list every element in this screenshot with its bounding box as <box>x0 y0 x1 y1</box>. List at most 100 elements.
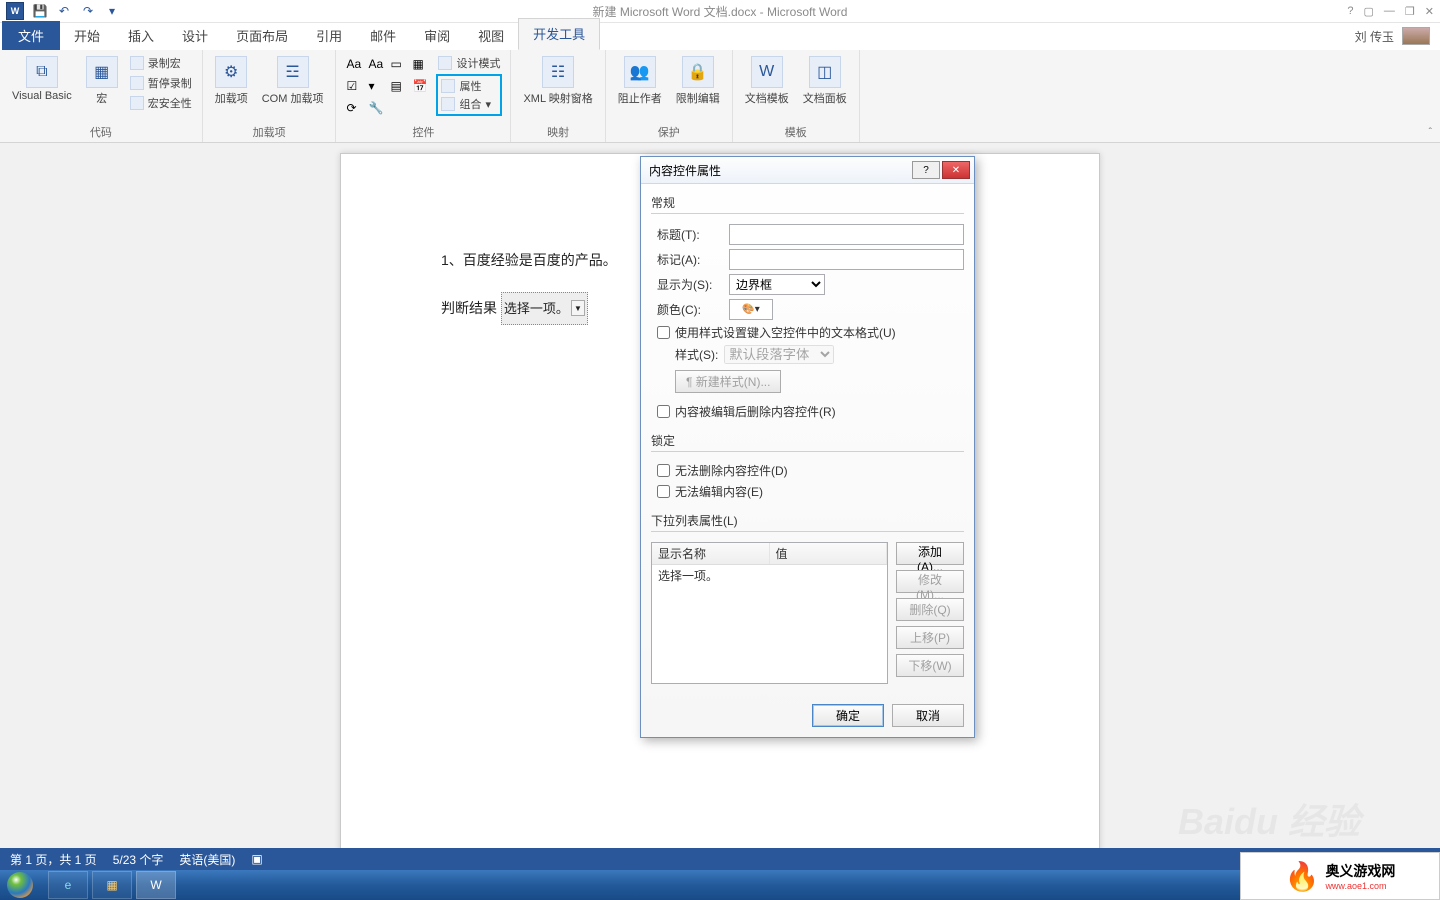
tab-developer[interactable]: 开发工具 <box>518 18 600 50</box>
close-icon[interactable]: ✕ <box>1425 5 1434 18</box>
document-title: 新建 Microsoft Word 文档.docx - Microsoft Wo… <box>593 3 848 20</box>
language-indicator[interactable]: 英语(美国) <box>179 851 235 868</box>
color-label: 颜色(C): <box>657 301 723 318</box>
taskbar: e ▦ W <box>0 870 1440 900</box>
tag-input[interactable] <box>729 249 964 270</box>
style-label: 样式(S): <box>675 346 718 363</box>
title-field-label: 标题(T): <box>657 226 723 243</box>
design-mode-button[interactable]: 设计模式 <box>436 54 502 72</box>
tab-file[interactable]: 文件 <box>2 21 60 50</box>
account-area[interactable]: 刘 传玉 <box>1355 27 1430 45</box>
restore-icon[interactable]: ❐ <box>1405 5 1415 18</box>
tab-design[interactable]: 设计 <box>168 21 222 50</box>
visual-basic-button[interactable]: ⧉Visual Basic <box>8 54 76 104</box>
flame-icon: 🔥 <box>1285 860 1320 893</box>
ok-button[interactable]: 确定 <box>812 704 884 727</box>
dropdown-control-icon[interactable]: ▤ <box>388 76 408 96</box>
cancel-button[interactable]: 取消 <box>892 704 964 727</box>
combobox-control-icon[interactable]: ▾ <box>366 76 386 96</box>
chevron-down-icon[interactable]: ▼ <box>571 300 585 316</box>
site-name: 奥义游戏网 <box>1325 861 1395 881</box>
tab-review[interactable]: 审阅 <box>410 21 464 50</box>
style-select: 默认段落字体 <box>724 345 834 364</box>
xml-mapping-button[interactable]: ☷XML 映射窗格 <box>519 54 596 108</box>
group-protect-label: 保护 <box>614 122 724 142</box>
movedown-button: 下移(W) <box>896 654 964 677</box>
dropdown-list-table[interactable]: 显示名称 值 选择一项。 <box>651 542 888 684</box>
section-dropdown: 下拉列表属性(L) <box>651 510 964 532</box>
col-value: 值 <box>770 543 888 564</box>
explorer-taskbar-icon[interactable]: ▦ <box>92 871 132 899</box>
add-button[interactable]: 添加(A)... <box>896 542 964 565</box>
dropdown-content-control[interactable]: 选择一项。 ▼ <box>501 292 588 325</box>
checkbox-control-icon[interactable]: ☑ <box>344 76 364 96</box>
save-icon[interactable]: 💾 <box>32 3 48 19</box>
color-picker-button[interactable]: 🎨▾ <box>729 299 773 320</box>
windows-orb-icon <box>7 872 33 898</box>
ribbon-tabs: 文件 开始 插入 设计 页面布局 引用 邮件 审阅 视图 开发工具 刘 传玉 <box>0 23 1440 50</box>
repeating-control-icon[interactable]: ⟳ <box>344 98 364 118</box>
datepicker-control-icon[interactable]: 📅 <box>410 76 430 96</box>
undo-icon[interactable]: ↶ <box>56 3 72 19</box>
tab-home[interactable]: 开始 <box>60 21 114 50</box>
app-icon: W <box>6 2 24 20</box>
minimize-icon[interactable]: — <box>1384 5 1395 17</box>
addins-button[interactable]: ⚙加载项 <box>211 54 252 108</box>
remove-after-edit-checkbox[interactable] <box>657 405 670 418</box>
legacy-tools-icon[interactable]: 🔧 <box>366 98 386 118</box>
dialog-close-button[interactable]: ✕ <box>942 161 970 179</box>
tab-layout[interactable]: 页面布局 <box>222 21 302 50</box>
page-indicator[interactable]: 第 1 页，共 1 页 <box>10 851 97 868</box>
tab-insert[interactable]: 插入 <box>114 21 168 50</box>
title-input[interactable] <box>729 224 964 245</box>
content-control-properties-dialog: 内容控件属性 ? ✕ 常规 标题(T): 标记(A): 显示为(S):边界框 颜… <box>640 156 975 738</box>
help-icon[interactable]: ? <box>1347 5 1353 17</box>
result-label: 判断结果 <box>441 300 497 316</box>
document-template-button[interactable]: W文档模板 <box>741 54 793 108</box>
remove-after-edit-label: 内容被编辑后删除内容控件(R) <box>675 403 836 420</box>
buildingblock-control-icon[interactable]: ▦ <box>410 54 430 74</box>
pause-recording-button[interactable]: 暂停录制 <box>128 74 194 92</box>
row-value <box>770 565 888 586</box>
ribbon-display-icon[interactable]: ▢ <box>1364 5 1374 18</box>
group-button[interactable]: 组合 ▾ <box>439 95 499 113</box>
tab-references[interactable]: 引用 <box>302 21 356 50</box>
qat-dropdown-icon[interactable]: ▾ <box>104 3 120 19</box>
group-code-label: 代码 <box>8 122 194 142</box>
block-authors-button[interactable]: 👥阻止作者 <box>614 54 666 108</box>
cannot-edit-checkbox[interactable] <box>657 485 670 498</box>
macro-recording-icon[interactable]: ▣ <box>251 852 262 866</box>
com-addins-button[interactable]: ☲COM 加载项 <box>258 54 328 108</box>
section-general: 常规 <box>651 192 964 214</box>
start-button[interactable] <box>0 870 40 900</box>
collapse-ribbon-icon[interactable]: ˆ <box>1429 127 1432 138</box>
cannot-delete-checkbox[interactable] <box>657 464 670 477</box>
dialog-titlebar[interactable]: 内容控件属性 ? ✕ <box>641 157 974 184</box>
modify-button: 修改(M)... <box>896 570 964 593</box>
ie-taskbar-icon[interactable]: e <box>48 871 88 899</box>
group-templates-label: 模板 <box>741 122 851 142</box>
word-count[interactable]: 5/23 个字 <box>113 851 164 868</box>
document-panel-button[interactable]: ◫文档面板 <box>799 54 851 108</box>
redo-icon[interactable]: ↷ <box>80 3 96 19</box>
word-taskbar-icon[interactable]: W <box>136 871 176 899</box>
dialog-title-text: 内容控件属性 <box>649 162 721 179</box>
showas-select[interactable]: 边界框 <box>729 274 825 295</box>
restrict-editing-button[interactable]: 🔒限制编辑 <box>672 54 724 108</box>
group-addins-label: 加载项 <box>211 122 328 142</box>
use-style-checkbox[interactable] <box>657 326 670 339</box>
dialog-help-button[interactable]: ? <box>912 161 940 179</box>
tab-mailings[interactable]: 邮件 <box>356 21 410 50</box>
account-name: 刘 传玉 <box>1355 28 1394 45</box>
picture-control-icon[interactable]: ▭ <box>388 54 408 74</box>
tab-view[interactable]: 视图 <box>464 21 518 50</box>
record-macro-button[interactable]: 录制宏 <box>128 54 194 72</box>
plaintext-control-icon[interactable]: Aa <box>366 54 386 74</box>
section-lock: 锁定 <box>651 430 964 452</box>
richtext-control-icon[interactable]: Aa <box>344 54 364 74</box>
macros-button[interactable]: ▦宏 <box>82 54 122 108</box>
table-row[interactable]: 选择一项。 <box>652 565 887 586</box>
showas-label: 显示为(S): <box>657 276 723 293</box>
macro-security-button[interactable]: 宏安全性 <box>128 94 194 112</box>
properties-button[interactable]: 属性 <box>439 77 499 95</box>
